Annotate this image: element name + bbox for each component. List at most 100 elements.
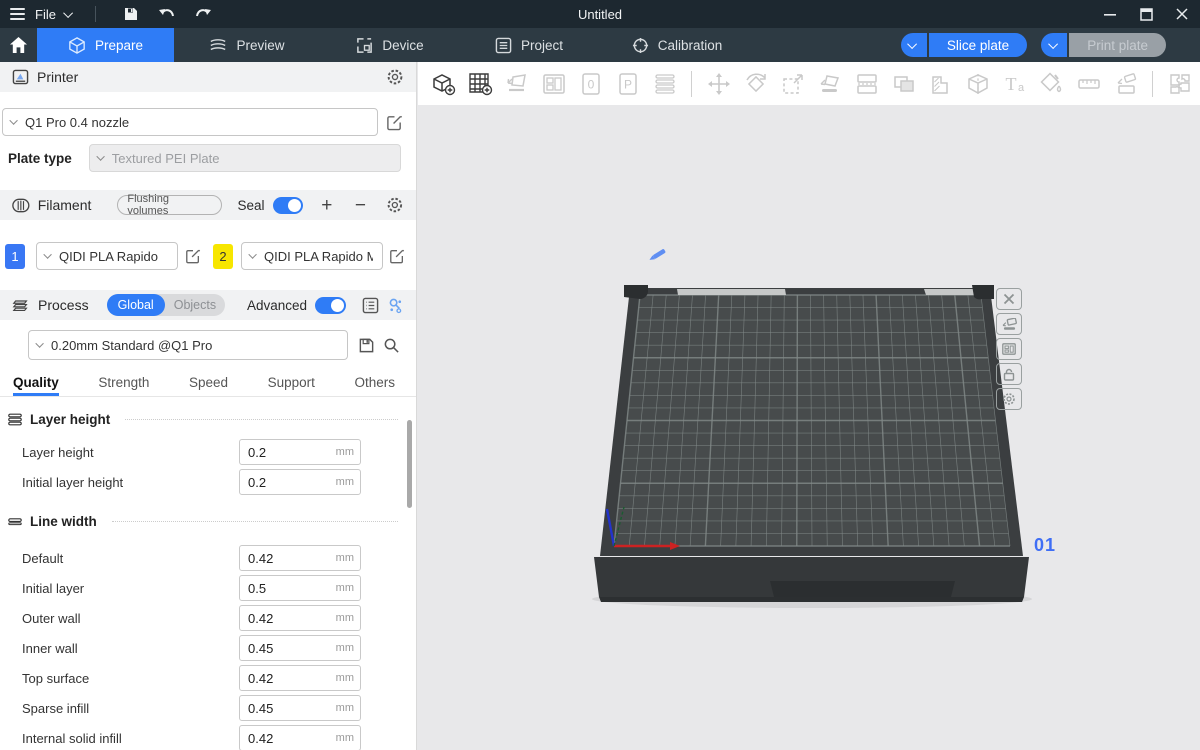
save-icon[interactable] [118,6,144,22]
process-tab-support[interactable]: Support [268,375,315,396]
setting-unit: mm [336,582,354,594]
detail-list-icon[interactable] [362,297,379,314]
maximize-button[interactable] [1128,0,1164,28]
slice-options-chevron[interactable] [901,33,927,57]
text-icon[interactable]: Ta [996,71,1033,97]
split-icon[interactable] [848,71,885,97]
seam-painting-icon[interactable] [1107,71,1144,97]
flatten-icon[interactable] [811,71,848,97]
setting-input[interactable]: 0.2mm [239,439,361,465]
setting-row: Outer wall 0.42mm [0,603,416,633]
setting-input[interactable]: 0.42mm [239,725,361,750]
line-width-icon [7,515,23,528]
setting-input[interactable]: 0.42mm [239,605,361,631]
search-settings-icon[interactable] [383,337,400,354]
plate-number-label[interactable]: 01 [1034,535,1056,555]
process-tab-strength[interactable]: Strength [98,375,149,396]
setting-value[interactable]: 0.2 [248,445,336,460]
plate-type-select[interactable]: Textured PEI Plate [89,144,401,172]
setting-input[interactable]: 0.45mm [239,695,361,721]
mesh-boolean-icon[interactable] [885,71,922,97]
split-to-objects-icon[interactable]: 0 [572,71,609,97]
file-menu[interactable]: File [35,7,56,22]
auto-orient-icon[interactable] [498,71,535,97]
file-chevron-icon[interactable] [63,8,73,18]
redo-icon[interactable] [190,7,216,21]
filament-1-select[interactable]: QIDI PLA Rapido [36,242,178,270]
slice-plate-button[interactable]: Slice plate [929,33,1027,57]
scope-objects[interactable]: Objects [165,298,225,312]
assembly-view-icon[interactable] [1161,71,1198,97]
print-plate-button[interactable]: Print plate [1069,33,1166,57]
fill-icon[interactable] [922,71,959,97]
svg-text:a: a [1017,82,1024,94]
edit-printer-icon[interactable] [386,114,403,131]
move-icon[interactable] [700,71,737,97]
printer-settings-gear-icon[interactable] [386,68,404,86]
remove-filament-button[interactable]: − [351,196,371,215]
filament-2-badge[interactable]: 2 [213,244,233,269]
arrange-icon[interactable] [535,71,572,97]
setting-value[interactable]: 0.42 [248,611,336,626]
setting-input[interactable]: 0.2mm [239,469,361,495]
arrange-plate-icon[interactable] [996,338,1022,360]
slice-plate-split-button: Slice plate [901,33,1027,57]
tab-device[interactable]: Device [320,28,460,62]
setting-input[interactable]: 0.42mm [239,665,361,691]
tab-calibration[interactable]: Calibration [598,28,756,62]
add-plate-icon[interactable] [461,71,498,97]
setting-value[interactable]: 0.42 [248,551,336,566]
hamburger-menu-icon[interactable] [10,5,25,23]
flushing-volumes-button[interactable]: Flushing volumes [117,195,221,215]
viewport-canvas[interactable]: 01 [418,105,1200,750]
tab-prepare[interactable]: Prepare [37,28,174,62]
measure-icon[interactable] [1070,71,1107,97]
search-params-icon[interactable] [387,297,404,314]
scope-global[interactable]: Global [107,294,165,316]
orient-plate-icon[interactable] [996,313,1022,335]
undo-icon[interactable] [154,7,180,21]
process-tab-speed[interactable]: Speed [189,375,228,396]
edit-filament-2-icon[interactable] [389,248,405,264]
filament-settings-gear-icon[interactable] [386,196,404,214]
setting-input[interactable]: 0.5mm [239,575,361,601]
setting-value[interactable]: 0.45 [248,701,336,716]
split-to-parts-icon[interactable]: P [609,71,646,97]
save-preset-icon[interactable] [358,337,375,354]
add-filament-button[interactable]: + [317,196,337,215]
lock-plate-icon[interactable] [996,363,1022,385]
setting-value[interactable]: 0.42 [248,671,336,686]
printer-icon [12,69,29,85]
sidebar-scrollbar[interactable] [407,420,412,508]
advanced-toggle[interactable] [315,297,346,314]
home-button[interactable] [0,28,37,62]
rotate-icon[interactable] [737,71,774,97]
cut-icon[interactable] [959,71,996,97]
tab-project[interactable]: Project [460,28,598,62]
process-preset-select[interactable]: 0.20mm Standard @Q1 Pro [28,330,348,360]
setting-value[interactable]: 0.5 [248,581,336,596]
color-painting-icon[interactable] [1033,71,1070,97]
filament-2-select[interactable]: QIDI PLA Rapido M... [241,242,383,270]
close-button[interactable] [1164,0,1200,28]
delete-plate-icon[interactable] [996,288,1022,310]
setting-value[interactable]: 0.2 [248,475,336,490]
setting-input[interactable]: 0.45mm [239,635,361,661]
minimize-button[interactable] [1092,0,1128,28]
add-object-icon[interactable] [424,71,461,97]
setting-input[interactable]: 0.42mm [239,545,361,571]
variable-layer-height-icon[interactable] [646,71,683,97]
printer-preset-select[interactable]: Q1 Pro 0.4 nozzle [2,108,378,136]
setting-value[interactable]: 0.42 [248,731,336,746]
plate-edit-pencil-icon[interactable] [648,249,666,262]
filament-1-badge[interactable]: 1 [5,244,25,269]
process-tab-quality[interactable]: Quality [13,375,59,396]
setting-value[interactable]: 0.45 [248,641,336,656]
tab-preview[interactable]: Preview [174,28,320,62]
process-tab-others[interactable]: Others [354,375,395,396]
print-options-chevron[interactable] [1041,33,1067,57]
scale-icon[interactable] [774,71,811,97]
plate-settings-icon[interactable] [996,388,1022,410]
edit-filament-1-icon[interactable] [185,248,201,264]
seal-toggle[interactable] [273,197,303,214]
